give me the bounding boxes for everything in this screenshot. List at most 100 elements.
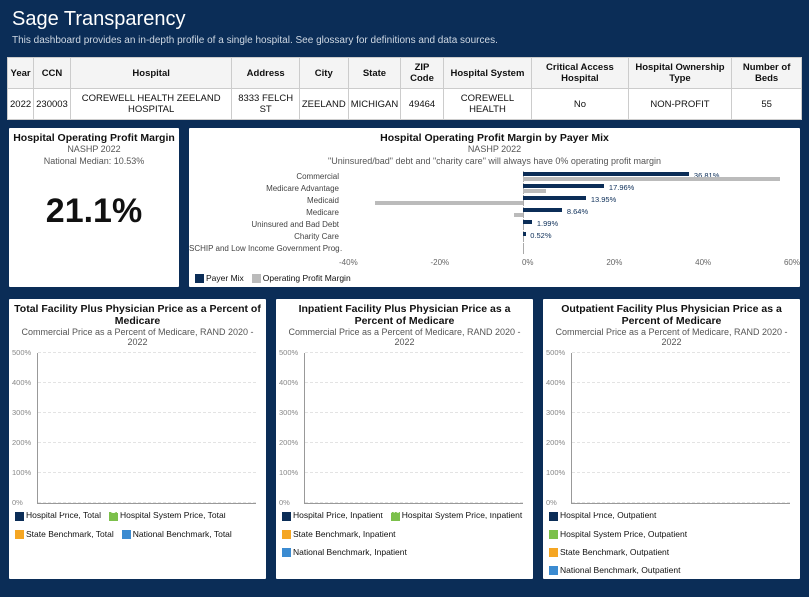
bar	[375, 201, 524, 205]
table-header: State	[348, 58, 401, 89]
y-tick: 400%	[279, 378, 298, 387]
bar	[523, 232, 525, 236]
bar-value: 8.64%	[567, 207, 588, 216]
legend-item: Hospital System Price, Outpatient	[560, 529, 687, 539]
bar-value: 207%	[418, 505, 461, 515]
kpi-value: 21.1%	[9, 168, 179, 255]
chart-title: Total Facility Plus Physician Price as a…	[9, 299, 266, 327]
axis-tick: -20%	[430, 258, 449, 267]
bar-row: Charity Care 0.52%	[189, 230, 794, 242]
chart-legend: Payer Mix Operating Profit Margin	[189, 269, 800, 287]
bar	[523, 208, 562, 212]
chart-outpatient: Outpatient Facility Plus Physician Price…	[542, 298, 801, 580]
table-header: Critical Access Hospital	[532, 58, 629, 89]
chart-note: "Uninsured/bad" debt and "charity care" …	[189, 156, 800, 168]
legend-item: State Benchmark, Total	[26, 529, 114, 539]
chart-subtitle: Commercial Price as a Percent of Medicar…	[9, 327, 266, 349]
bar-value: 17.96%	[609, 183, 634, 192]
table-cell: No	[532, 89, 629, 120]
bar-row: Medicare Advantage17.96%	[189, 182, 794, 194]
bar-value: 1.99%	[537, 219, 558, 228]
axis-tick: 40%	[695, 258, 711, 267]
table-header: Hospital Ownership Type	[628, 58, 732, 89]
page-subtitle: This dashboard provides an in-depth prof…	[12, 35, 797, 46]
table-cell: ZEELAND	[299, 89, 348, 120]
category-label: Commercial	[189, 172, 343, 181]
kpi-median: National Median: 10.53%	[9, 156, 179, 168]
chart-legend: Hospital Price, OutpatientHospital Syste…	[543, 506, 800, 579]
bar-value: 192%	[151, 505, 194, 515]
legend-item: National Benchmark, Outpatient	[560, 565, 680, 575]
table-header: City	[299, 58, 348, 89]
bar	[523, 172, 689, 176]
category-label: Charity Care	[189, 232, 343, 241]
category-label: Uninsured and Bad Debt	[189, 220, 343, 229]
axis-tick: 0%	[522, 258, 534, 267]
bar-row: SCHIP and Low Income Government Prog…	[189, 242, 794, 254]
legend-item: Payer Mix	[206, 273, 244, 283]
y-tick: 200%	[279, 438, 298, 447]
bar-row: Uninsured and Bad Debt 1.99%	[189, 218, 794, 230]
axis-tick: 20%	[606, 258, 622, 267]
chart-inpatient: Inpatient Facility Plus Physician Price …	[275, 298, 534, 580]
bar-row: Medicaid 13.95%	[189, 194, 794, 206]
table-header: CCN	[34, 58, 71, 89]
table-header: Hospital	[70, 58, 232, 89]
y-tick: 0%	[546, 498, 557, 507]
bar-value: 277%	[736, 505, 779, 515]
hospital-info-table: YearCCNHospitalAddressCityStateZIP CodeH…	[6, 56, 803, 121]
bar-value: 13.95%	[591, 195, 616, 204]
y-tick: 400%	[546, 378, 565, 387]
bar-value: 174%	[685, 505, 728, 515]
table-header: Hospital System	[443, 58, 531, 89]
y-tick: 500%	[546, 348, 565, 357]
chart-title: Hospital Operating Profit Margin by Paye…	[189, 128, 800, 144]
y-tick: 0%	[279, 498, 290, 507]
y-tick: 100%	[279, 468, 298, 477]
y-tick: 500%	[12, 348, 31, 357]
table-header: Year	[8, 58, 34, 89]
kpi-source: NASHP 2022	[9, 144, 179, 156]
bar-value: 0.52%	[530, 231, 551, 240]
table-cell: 2022	[8, 89, 34, 120]
bar-value: 170%	[101, 505, 144, 515]
table-cell: COREWELL HEALTH ZEELAND HOSPITAL	[70, 89, 232, 120]
table-cell: NON-PROFIT	[628, 89, 732, 120]
bar	[523, 184, 604, 188]
y-tick: 400%	[12, 378, 31, 387]
chart-total: Total Facility Plus Physician Price as a…	[8, 298, 267, 580]
axis-tick: -40%	[339, 258, 358, 267]
page-title: Sage Transparency	[12, 8, 797, 31]
bar-value: 253%	[202, 505, 245, 515]
table-cell: MICHIGAN	[348, 89, 401, 120]
table-cell: 55	[732, 89, 802, 120]
y-tick: 100%	[12, 468, 31, 477]
bar	[523, 189, 546, 193]
category-label: Medicare	[189, 208, 343, 217]
bar-value: 184%	[50, 505, 93, 515]
y-tick: 100%	[546, 468, 565, 477]
table-cell: 230003	[34, 89, 71, 120]
axis-tick: 60%	[784, 258, 800, 267]
chart-title: Outpatient Facility Plus Physician Price…	[543, 299, 800, 327]
legend-item: State Benchmark, Outpatient	[560, 547, 669, 557]
bar	[523, 196, 586, 200]
table-header: Number of Beds	[732, 58, 802, 89]
chart-payer-mix: Hospital Operating Profit Margin by Paye…	[188, 127, 801, 288]
category-label: SCHIP and Low Income Government Prog…	[189, 244, 343, 253]
table-cell: COREWELL HEALTH	[443, 89, 531, 120]
bar-value: 229%	[584, 505, 627, 515]
table-cell: 49464	[401, 89, 444, 120]
y-tick: 0%	[12, 498, 23, 507]
dashboard-header: Sage Transparency This dashboard provide…	[0, 0, 809, 56]
y-tick: 200%	[12, 438, 31, 447]
plot-area: 0%100%200%300%400%500%184%170%192%253%	[37, 353, 256, 504]
y-tick: 300%	[279, 408, 298, 417]
bar	[514, 213, 523, 217]
table-header: ZIP Code	[401, 58, 444, 89]
category-label: Medicaid	[189, 196, 343, 205]
bar	[523, 177, 780, 181]
kpi-title: Hospital Operating Profit Margin	[9, 128, 179, 144]
legend-item: Operating Profit Margin	[263, 273, 351, 283]
chart-subtitle: Commercial Price as a Percent of Medicar…	[543, 327, 800, 349]
